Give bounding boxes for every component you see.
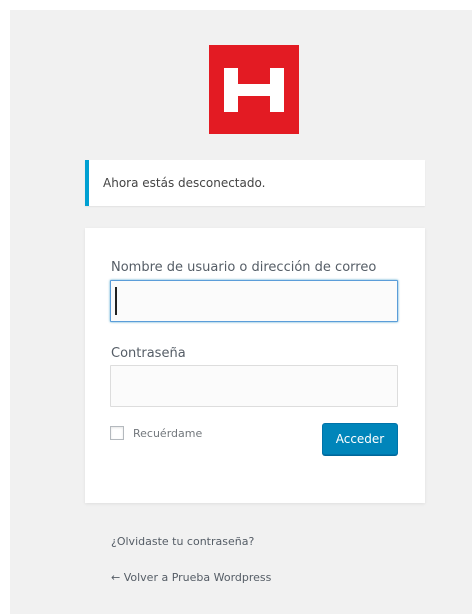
back-to-site-link[interactable]: ← Volver a Prueba Wordpress — [111, 571, 271, 584]
login-form: Nombre de usuario o dirección de correo … — [85, 228, 425, 503]
site-logo[interactable] — [209, 45, 299, 134]
notice-message: Ahora estás desconectado. — [103, 176, 266, 190]
password-input[interactable] — [110, 365, 398, 407]
text-cursor — [115, 287, 117, 315]
lost-password-link[interactable]: ¿Olvidaste tu contraseña? — [111, 535, 254, 548]
username-input[interactable] — [110, 280, 398, 322]
login-button[interactable]: Acceder — [322, 423, 398, 455]
password-label: Contraseña — [111, 346, 186, 361]
username-label: Nombre de usuario o dirección de correo — [111, 260, 377, 275]
remember-me-checkbox[interactable] — [110, 426, 124, 440]
letter-h-logo-icon — [209, 45, 299, 134]
logout-notice: Ahora estás desconectado. — [85, 160, 425, 206]
remember-me[interactable]: Recuérdame — [110, 426, 202, 440]
remember-me-label[interactable]: Recuérdame — [133, 427, 202, 440]
